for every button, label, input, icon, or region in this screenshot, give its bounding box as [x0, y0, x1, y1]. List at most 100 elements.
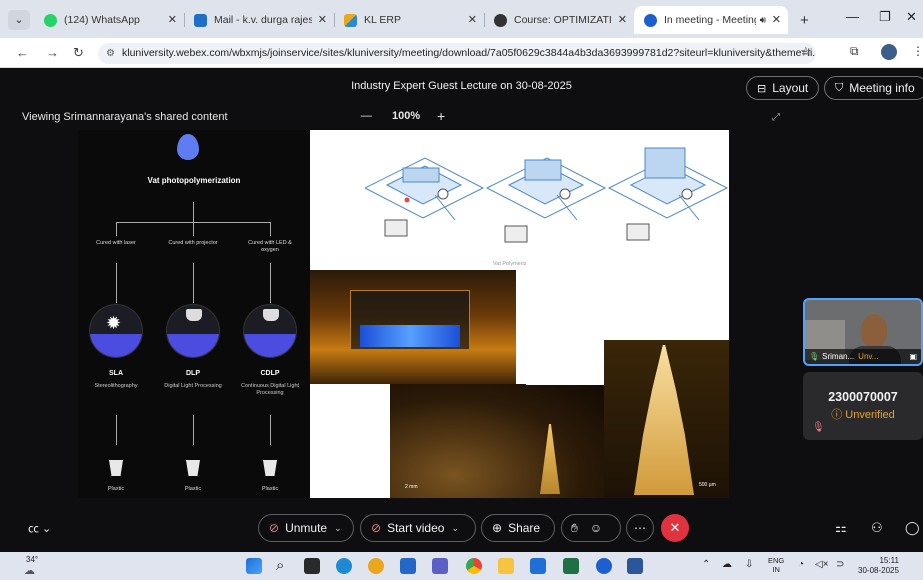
branch-label: Cured with LED & oxygen [248, 240, 292, 253]
participant-name-tile[interactable]: 2300070007 ⓘ Unverified 🎙︎ [803, 372, 923, 440]
volume-icon[interactable]: ◁× [815, 559, 829, 570]
clock[interactable]: 15:11 30-08-2025 [858, 556, 899, 576]
store-icon[interactable] [400, 558, 416, 574]
participants-icon[interactable]: ⚇ [871, 520, 883, 536]
sla-laser-illustration: ✹ [89, 304, 143, 358]
start-video-button[interactable]: ⊘ Start video ⌄ [360, 514, 476, 542]
layout-icon: ⊟ [757, 82, 767, 95]
close-icon[interactable]: ✕ [168, 13, 177, 26]
close-icon[interactable]: ✕ [618, 13, 627, 26]
chevron-down-icon[interactable]: ⌄ [334, 523, 342, 534]
tree-connector [270, 222, 271, 236]
raise-hand-icon[interactable]: ✋︎ [571, 521, 578, 536]
micro-tower-photo: 500 µm [604, 340, 729, 498]
mic-muted-icon: 🎙︎ [812, 422, 825, 433]
pin-icon[interactable]: ▣ [909, 352, 917, 361]
usb-icon[interactable]: ⇩ [745, 559, 753, 570]
meeting-info-button[interactable]: ⛉ Meeting info [824, 76, 923, 100]
extensions-icon[interactable]: ⧉ [850, 44, 859, 59]
kebab-menu-icon[interactable]: ⋮ [912, 44, 923, 58]
wifi-icon[interactable]: ◔ [798, 559, 804, 570]
tech-name-dlp: DLP [186, 370, 200, 377]
vat-printer-diagrams [363, 130, 729, 265]
battery-icon[interactable]: ⊃ [836, 559, 844, 570]
zoom-level: 100% [392, 110, 421, 122]
slide-heading: Vat photopolymerization [147, 176, 241, 185]
layout-button[interactable]: ⊟ Layout [746, 76, 820, 100]
webex-icon[interactable] [596, 558, 612, 574]
layout-label: Layout [772, 81, 809, 95]
reload-icon[interactable]: ↻ [73, 45, 84, 61]
edge-icon[interactable] [336, 558, 352, 574]
speaker-icon[interactable]: 🔊︎ [760, 15, 766, 26]
tab-meeting[interactable]: In meeting - Meeting 🔊︎ ✕ [634, 6, 788, 34]
tech-name-sla: SLA [109, 370, 123, 377]
teams-icon[interactable] [432, 558, 448, 574]
zoom-out-icon[interactable]: — [361, 110, 372, 122]
onedrive-icon[interactable]: ☁ [722, 559, 732, 570]
video-off-icon: ⊘ [371, 521, 382, 535]
file-explorer-icon[interactable] [498, 558, 514, 574]
unmute-label: Unmute [285, 521, 328, 535]
site-settings-icon[interactable]: ⚙ [106, 43, 115, 64]
reaction-smile-icon[interactable]: ☺ [590, 521, 602, 535]
language-indicator[interactable]: ENG IN [768, 556, 784, 574]
close-icon[interactable]: ✕ [468, 13, 477, 26]
tab-mail[interactable]: Mail - k.v. durga rajesh - ✕ [184, 6, 334, 34]
weather-cloud-icon[interactable]: ☁ [24, 564, 35, 577]
restore-icon[interactable]: ❐ [879, 9, 891, 25]
printed-part-photo: 2 mm [390, 384, 604, 498]
leave-meeting-button[interactable]: ✕ [661, 514, 689, 542]
expand-icon[interactable]: ⤢ [772, 112, 780, 123]
search-icon[interactable]: ⌕ [276, 558, 292, 574]
tab-kl-erp[interactable]: KL ERP ✕ [334, 6, 484, 34]
word-icon[interactable] [627, 558, 643, 574]
url-field[interactable]: ⚙ kluniversity.webex.com/wbxmjs/joinserv… [98, 43, 816, 64]
scale-label: 500 µm [699, 482, 716, 488]
close-icon[interactable]: ✕ [772, 13, 781, 26]
more-options-button[interactable]: ⋯ [626, 514, 654, 542]
cdlp-led-illustration [243, 304, 297, 358]
captions-icon[interactable]: ㏄ ⌄ [28, 520, 51, 536]
tray-chevron-up-icon[interactable]: ⌃ [702, 559, 710, 570]
photos-icon[interactable] [368, 558, 384, 574]
new-tab-plus-icon[interactable]: + [800, 12, 809, 34]
url-text: kluniversity.webex.com/wbxmjs/joinservic… [122, 47, 816, 59]
chevron-down-icon[interactable]: ⌄ [451, 523, 459, 534]
tree-connector [116, 263, 117, 303]
excel-icon[interactable] [563, 558, 579, 574]
chat-icon[interactable]: ◯ [905, 520, 920, 536]
participant-video-tile[interactable]: 🎙︎ Sriman... Unv... ▣ [803, 298, 923, 366]
reactions-group: ✋︎ ☺ [561, 514, 621, 542]
moodle-icon [494, 13, 507, 27]
mic-muted-icon: ⊘ [269, 521, 280, 535]
zoom-in-icon[interactable]: + [437, 108, 445, 124]
plastic-cup-icon [263, 460, 277, 476]
tab-whatsapp[interactable]: (124) WhatsApp ✕ [34, 6, 184, 34]
close-icon[interactable]: ✕ [318, 13, 327, 26]
apps-icon[interactable]: ⚏ [835, 520, 847, 536]
start-windows-icon[interactable] [246, 558, 262, 574]
tab-course[interactable]: Course: OPTIMIZATION ✕ [484, 6, 634, 34]
tree-connector [193, 415, 194, 445]
outlook-icon[interactable] [530, 558, 546, 574]
tab-title: In meeting - Meeting [664, 14, 756, 26]
ellipsis-icon: ⋯ [634, 521, 646, 535]
bookmark-star-icon[interactable]: ☆ [800, 44, 812, 60]
participant-id: 2300070007 [828, 390, 898, 404]
close-window-icon[interactable]: ✕ [906, 9, 917, 25]
forward-arrow-icon[interactable]: → [46, 45, 59, 60]
tab-search-chevron-icon[interactable]: ⌄ [8, 10, 30, 30]
webex-icon [644, 13, 657, 27]
meeting-info-label: Meeting info [849, 81, 915, 95]
plastic-cup-icon [186, 460, 200, 476]
unmute-button[interactable]: ⊘ Unmute ⌄ [258, 514, 354, 542]
task-view-icon[interactable] [304, 558, 320, 574]
shared-content-slide: Vat photopolymerization Cured with laser… [78, 130, 729, 498]
back-arrow-icon[interactable]: ← [16, 45, 29, 60]
profile-avatar[interactable] [881, 44, 897, 60]
minimize-icon[interactable]: — [846, 9, 859, 24]
tower-print [540, 424, 560, 494]
share-button[interactable]: ⊕ Share [481, 514, 555, 542]
chrome-icon[interactable] [466, 558, 482, 574]
